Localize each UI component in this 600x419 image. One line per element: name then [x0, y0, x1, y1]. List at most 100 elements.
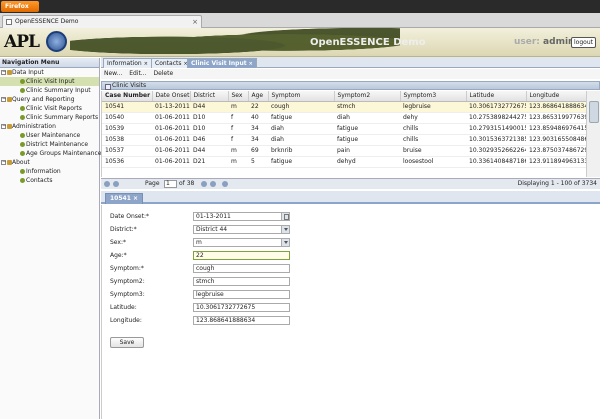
- nav-item-information[interactable]: Information: [0, 167, 99, 176]
- close-icon[interactable]: ×: [249, 61, 253, 67]
- scroll-thumb[interactable]: [589, 101, 599, 123]
- nav-item-clinic-summary-reports[interactable]: Clinic Summary Reports: [0, 113, 99, 122]
- field-value: District 44: [196, 226, 228, 233]
- column-header-date-onset[interactable]: Date Onset: [152, 91, 191, 102]
- delete-button[interactable]: Delete: [153, 70, 173, 77]
- firefox-menu-button[interactable]: Firefox: [1, 1, 39, 12]
- column-header-age[interactable]: Age: [248, 91, 269, 102]
- field-label: Symptom2:: [110, 278, 145, 285]
- cell-case-number: 10539: [102, 123, 152, 135]
- field-value: m: [196, 239, 202, 246]
- panel-title[interactable]: Clinic Visits: [101, 81, 600, 90]
- cell-sex: m: [228, 145, 248, 157]
- column-header-latitude[interactable]: Latitude: [466, 91, 527, 102]
- field-label: Symptom:*: [110, 265, 144, 272]
- nav-group-query-and-reporting[interactable]: − Query and Reporting: [0, 95, 99, 104]
- nav-item-age-groups-maintenance[interactable]: Age Groups Maintenance: [0, 149, 101, 158]
- column-header-case-number[interactable]: Case Number: [102, 91, 153, 102]
- dropdown-icon[interactable]: [281, 239, 289, 246]
- column-header-symptom[interactable]: Symptom: [268, 91, 335, 102]
- field-label: Sex:*: [110, 239, 126, 246]
- expand-toggle-icon[interactable]: −: [1, 97, 6, 102]
- nav-group-about[interactable]: − About: [0, 158, 99, 167]
- browser-tab[interactable]: OpenESSENCE Demo ×: [2, 15, 202, 28]
- edit-button[interactable]: Edit...: [129, 70, 146, 77]
- expand-toggle-icon[interactable]: −: [1, 124, 6, 129]
- table-row[interactable]: 10540 01-06-2011 D10 f 40 fatigue diah dehy 10.2…: [102, 112, 586, 124]
- date-onset-field[interactable]: 01-13-2011: [193, 212, 290, 221]
- last-page-icon[interactable]: [210, 181, 216, 187]
- latitude-field[interactable]: 10.3061732772675: [193, 303, 290, 312]
- form-row-longitude: Longitude: 123.868641888634: [110, 316, 310, 326]
- form-row-sex: Sex:* m: [110, 238, 310, 248]
- district-field[interactable]: District 44: [193, 225, 290, 234]
- logout-button[interactable]: logout: [571, 37, 596, 48]
- first-page-icon[interactable]: [104, 181, 110, 187]
- cell-case-number: 10537: [102, 145, 152, 157]
- clinic-visits-grid: Case Number Date Onset District Sex Age Sympt…: [101, 91, 600, 177]
- page-label: Page: [145, 180, 160, 187]
- longitude-field[interactable]: 123.868641888634: [193, 316, 290, 325]
- table-row[interactable]: 10536 01-06-2011 D21 m 5 fatigue dehyd loosesto…: [102, 156, 586, 168]
- nav-label: Clinic Summary Reports: [26, 114, 99, 121]
- refresh-icon[interactable]: [222, 181, 228, 187]
- tab-clinic-visit-input[interactable]: Clinic Visit Input ×: [187, 58, 257, 68]
- cell-symptom2: stmch: [334, 101, 400, 113]
- cell-sex: f: [228, 123, 248, 135]
- close-icon[interactable]: ×: [133, 195, 138, 202]
- calendar-icon[interactable]: [281, 213, 289, 220]
- leaf-icon: [20, 133, 25, 138]
- previous-page-icon[interactable]: [113, 181, 119, 187]
- grid-body: 10541 01-13-2011 D44 m 22 cough stmch legbruise…: [102, 101, 586, 168]
- logo: APL: [4, 32, 40, 52]
- page-number-input[interactable]: 1: [164, 180, 177, 188]
- sex-field[interactable]: m: [193, 238, 290, 247]
- table-row[interactable]: 10537 01-06-2011 D44 m 69 brknrib pain bruise 10…: [102, 145, 586, 157]
- nav-label: Clinic Visit Reports: [26, 105, 82, 112]
- cell-case-number: 10541: [102, 101, 152, 113]
- nav-item-clinic-visit-reports[interactable]: Clinic Visit Reports: [0, 104, 99, 113]
- save-button[interactable]: Save: [110, 337, 144, 348]
- age-field[interactable]: 22: [193, 251, 290, 260]
- nav-group-administration[interactable]: − Administration: [0, 122, 99, 131]
- cell-latitude: 10.2793151490015: [466, 123, 526, 135]
- close-icon[interactable]: ×: [144, 61, 148, 67]
- tab-contacts[interactable]: Contacts ×: [151, 58, 192, 68]
- navigation-menu-title: Navigation Menu: [0, 58, 99, 68]
- new-button[interactable]: New...: [104, 70, 122, 77]
- nav-group-data-input[interactable]: − Data Input: [0, 68, 99, 77]
- next-page-icon[interactable]: [201, 181, 207, 187]
- table-row[interactable]: 10538 01-06-2011 D46 f 34 diah fatigue chills 10…: [102, 134, 586, 146]
- expand-toggle-icon[interactable]: −: [1, 70, 6, 75]
- tab-information[interactable]: Information ×: [103, 58, 152, 68]
- table-row[interactable]: 10539 01-06-2011 D10 f 34 diah fatigue chills 10…: [102, 123, 586, 135]
- symptom-field[interactable]: cough: [193, 264, 290, 273]
- column-header-longitude[interactable]: Longitude: [526, 91, 587, 102]
- folder-icon: [7, 160, 12, 165]
- symptom3-field[interactable]: legbruise: [193, 290, 290, 299]
- cell-symptom3: bruise: [400, 145, 466, 157]
- nav-item-clinic-summary-input[interactable]: Clinic Summary Input: [0, 86, 99, 95]
- symptom2-field[interactable]: stmch: [193, 277, 290, 286]
- tab-label: Information: [107, 60, 142, 67]
- leaf-icon: [20, 79, 25, 84]
- expand-toggle-icon[interactable]: −: [1, 160, 6, 165]
- table-row[interactable]: 10541 01-13-2011 D44 m 22 cough stmch legbruise…: [102, 101, 586, 113]
- grid-scrollbar[interactable]: [586, 91, 600, 177]
- dropdown-icon[interactable]: [281, 226, 289, 233]
- field-value: legbruise: [196, 291, 224, 298]
- column-header-symptom2[interactable]: Symptom2: [334, 91, 401, 102]
- nav-item-user-maintenance[interactable]: User Maintenance: [0, 131, 99, 140]
- nav-item-district-maintenance[interactable]: District Maintenance: [0, 140, 99, 149]
- field-value: stmch: [196, 278, 215, 285]
- paging-toolbar: Page 1 of 38 Displaying 1 - 100 of 3734: [101, 178, 600, 189]
- column-header-symptom3[interactable]: Symptom3: [400, 91, 467, 102]
- tab-record-detail[interactable]: 10541 ×: [105, 193, 143, 204]
- field-label: Latitude:: [110, 304, 137, 311]
- column-header-sex[interactable]: Sex: [228, 91, 249, 102]
- nav-item-clinic-visit-input[interactable]: Clinic Visit Input: [0, 77, 99, 86]
- nav-item-contacts[interactable]: Contacts: [0, 176, 99, 185]
- close-icon[interactable]: ×: [192, 16, 198, 28]
- leaf-icon: [20, 178, 25, 183]
- column-header-district[interactable]: District: [190, 91, 229, 102]
